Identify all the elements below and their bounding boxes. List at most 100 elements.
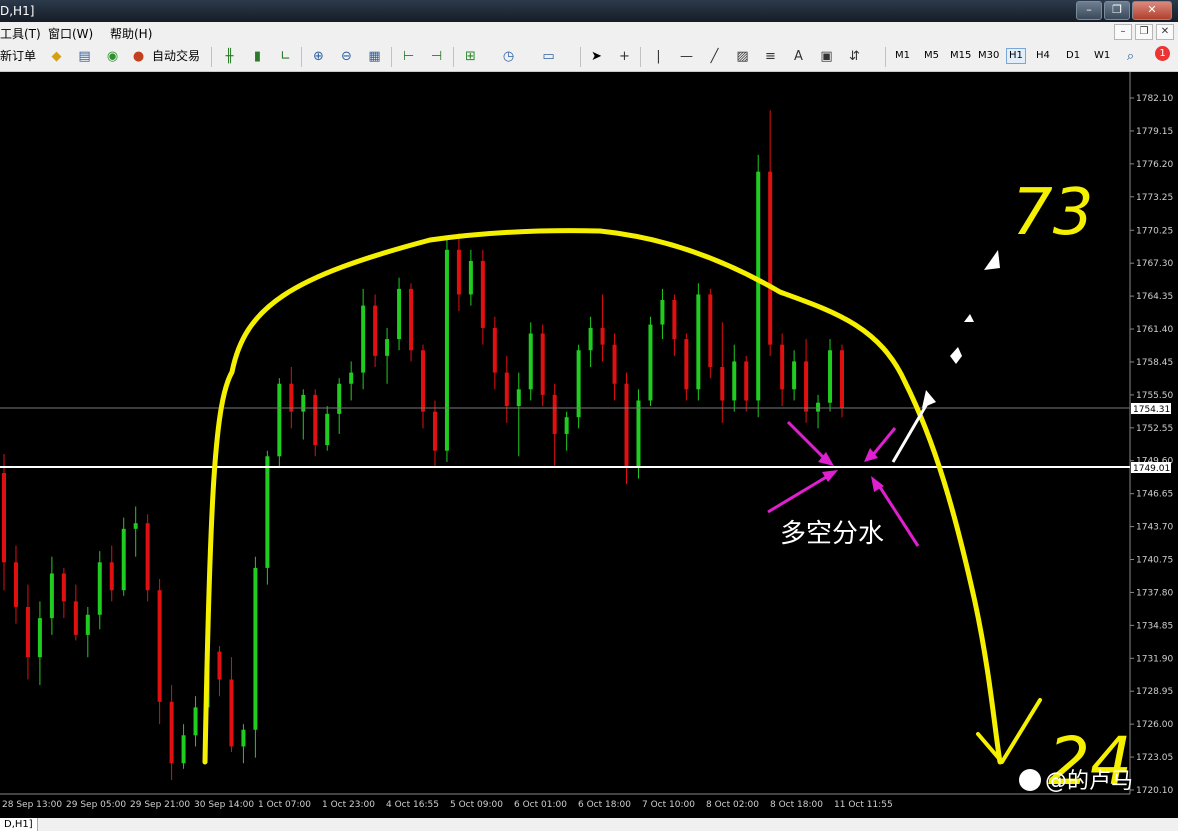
candles-layer xyxy=(2,110,844,780)
timeframe-m1[interactable]: M1 xyxy=(895,50,910,61)
templates-icon[interactable]: ▭ xyxy=(540,48,557,65)
candle-body xyxy=(600,327,605,345)
mdi-close-icon[interactable]: ✕ xyxy=(1156,24,1174,40)
cursor-icon[interactable]: ➤ xyxy=(588,48,605,65)
price-tick-label: 1737.80 xyxy=(1136,588,1173,598)
crosshair-icon[interactable]: + xyxy=(616,48,633,65)
time-tick-label: 8 Oct 02:00 xyxy=(706,800,759,810)
price-tick-label: 1723.05 xyxy=(1136,753,1173,763)
menu-help[interactable]: 帮助(H) xyxy=(110,25,152,42)
zoom-in-icon[interactable]: ⊕ xyxy=(310,48,327,65)
candle-body xyxy=(325,413,330,446)
price-chart[interactable]: 1782.10 1779.15 1776.20 1773.25 1770.25 1767.… xyxy=(0,72,1178,818)
auto-trade-icon[interactable]: ● xyxy=(130,48,147,65)
price-tick-label: 1758.45 xyxy=(1136,358,1173,368)
candle-body xyxy=(277,383,282,457)
candle-body xyxy=(49,573,54,619)
timeframe-m30[interactable]: M30 xyxy=(978,50,999,61)
indicators-icon[interactable]: ⊞ xyxy=(462,48,479,65)
candle-body xyxy=(780,344,785,390)
text-label-icon[interactable]: A xyxy=(790,48,807,65)
candle-body xyxy=(624,383,629,468)
restore-icon[interactable]: ❐ xyxy=(1104,1,1130,20)
candlestick-icon[interactable]: ▮ xyxy=(249,48,266,65)
candle-body xyxy=(612,344,617,384)
periods-clock-icon[interactable]: ◷ xyxy=(500,48,517,65)
timeframe-h4[interactable]: H4 xyxy=(1036,50,1050,61)
zoom-out-icon[interactable]: ⊖ xyxy=(338,48,355,65)
current-price-label: 1754.31 xyxy=(1133,405,1170,415)
history-center-icon[interactable]: ◆ xyxy=(48,48,65,65)
chart-canvas[interactable]: 1782.10 1779.15 1776.20 1773.25 1770.25 1767.… xyxy=(0,72,1178,818)
candle-body xyxy=(708,294,713,367)
candle-body xyxy=(552,394,557,434)
candle-body xyxy=(636,400,641,468)
candle-body xyxy=(468,260,473,295)
mdi-restore-icon[interactable]: ❐ xyxy=(1135,24,1153,40)
search-icon[interactable]: ⌕ xyxy=(1122,48,1139,65)
navigator-icon[interactable]: ▤ xyxy=(76,48,93,65)
timeframe-d1[interactable]: D1 xyxy=(1066,50,1080,61)
chart-tab[interactable]: D,H1] xyxy=(0,818,38,831)
time-tick-label: 29 Sep 05:00 xyxy=(66,800,126,810)
mdi-minimize-icon[interactable]: – xyxy=(1114,24,1132,40)
fibonacci-icon[interactable]: ≡ xyxy=(762,48,779,65)
candle-body xyxy=(313,394,318,446)
price-tick-label: 1776.20 xyxy=(1136,160,1173,170)
candle-body xyxy=(421,350,425,412)
timeframe-m5[interactable]: M5 xyxy=(924,50,939,61)
candle-body xyxy=(121,528,126,591)
price-tick-label: 1755.50 xyxy=(1136,391,1173,401)
up-arrow-dash xyxy=(950,347,962,364)
bar-chart-icon[interactable]: ╫ xyxy=(221,48,238,65)
toolbar-separator xyxy=(391,47,392,67)
candle-body xyxy=(540,333,545,395)
menu-window[interactable]: 窗口(W) xyxy=(48,25,93,42)
up-arrow-head xyxy=(984,250,1000,270)
close-icon[interactable]: ✕ xyxy=(1132,1,1172,20)
candle-body xyxy=(25,606,30,658)
price-tick-label: 1743.70 xyxy=(1136,523,1173,533)
timeframe-h1[interactable]: H1 xyxy=(1006,48,1026,64)
minimize-icon[interactable]: – xyxy=(1076,1,1102,20)
trendline-icon[interactable]: ╱ xyxy=(706,48,723,65)
candle-body xyxy=(85,614,90,635)
line-chart-icon[interactable]: ∟ xyxy=(277,48,294,65)
menu-tools[interactable]: 工具(T) xyxy=(0,25,41,42)
candle-body xyxy=(504,372,509,407)
price-tick-label: 1767.30 xyxy=(1136,259,1173,269)
candle-body xyxy=(828,350,833,403)
horizontal-line-icon[interactable]: — xyxy=(678,48,695,65)
tile-windows-icon[interactable]: ▦ xyxy=(366,48,383,65)
vertical-line-icon[interactable]: | xyxy=(650,48,667,65)
channel-icon[interactable]: ▨ xyxy=(734,48,751,65)
new-order-button[interactable]: 新订单 xyxy=(0,47,36,66)
candle-body xyxy=(289,383,294,412)
price-tick-label: 1761.40 xyxy=(1136,325,1173,335)
candle-body xyxy=(840,350,844,409)
price-axis: 1782.10 1779.15 1776.20 1773.25 1770.25 1767.… xyxy=(1129,72,1173,796)
arrows-icon[interactable]: ⇵ xyxy=(846,48,863,65)
signals-icon[interactable]: ◉ xyxy=(104,48,121,65)
candle-body xyxy=(13,562,18,607)
candle-body xyxy=(576,350,581,418)
toolbar-separator xyxy=(885,47,886,67)
notification-badge[interactable]: 1 xyxy=(1155,46,1170,61)
chart-shift-icon[interactable]: ⊣ xyxy=(428,48,445,65)
auto-scroll-icon[interactable]: ⊢ xyxy=(400,48,417,65)
time-tick-label: 6 Oct 01:00 xyxy=(514,800,567,810)
candle-body xyxy=(37,618,42,658)
candle-body xyxy=(696,294,701,390)
auto-trade-button[interactable]: 自动交易 xyxy=(152,47,200,66)
candle-body xyxy=(480,260,485,328)
window-title: D,H1] xyxy=(0,4,35,18)
price-tick-label: 1731.90 xyxy=(1136,654,1173,664)
candle-body xyxy=(181,735,186,764)
timeframe-m15[interactable]: M15 xyxy=(950,50,971,61)
candle-body xyxy=(456,249,461,295)
window-titlebar: D,H1] – ❐ ✕ xyxy=(0,0,1178,22)
candle-body xyxy=(145,523,150,591)
candle-body xyxy=(756,171,761,401)
text-box-icon[interactable]: ▣ xyxy=(818,48,835,65)
timeframe-w1[interactable]: W1 xyxy=(1094,50,1110,61)
